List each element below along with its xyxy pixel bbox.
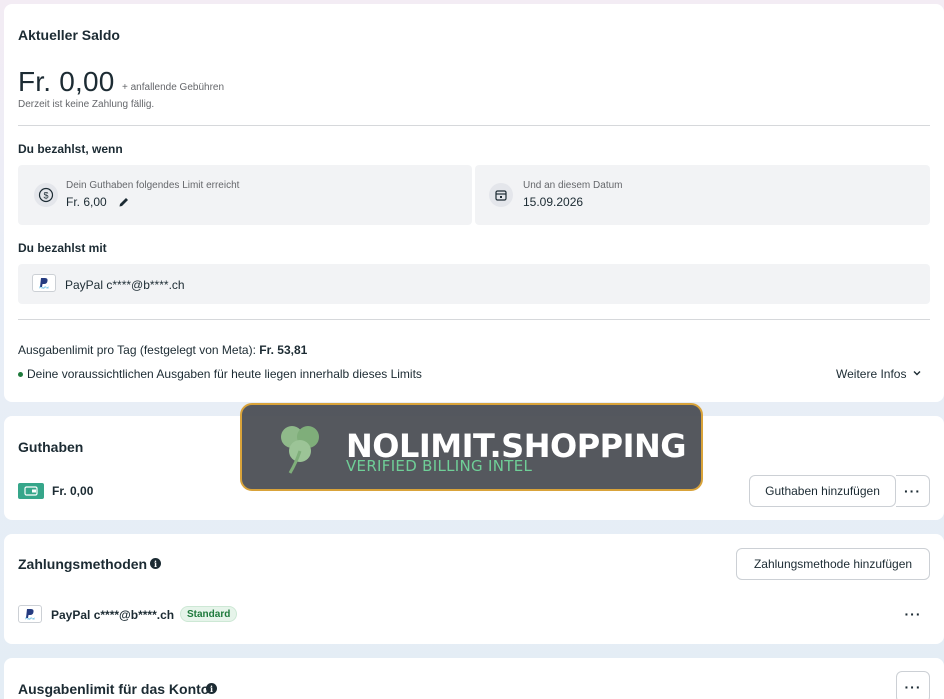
- credit-more-button[interactable]: ···: [896, 475, 930, 507]
- watermark-subtitle: VERIFIED BILLING INTEL: [346, 457, 533, 475]
- forecast-note: Deine voraussichtlichen Ausgaben für heu…: [27, 367, 422, 381]
- limit-value: Fr. 6,00: [66, 195, 107, 209]
- paypal-icon: PayPal: [32, 274, 56, 292]
- svg-text:PayPal: PayPal: [39, 286, 49, 290]
- dollar-circle-icon: $: [34, 183, 58, 207]
- divider: [18, 319, 930, 320]
- limit-threshold-box: $ Dein Guthaben folgendes Limit erreicht…: [18, 165, 472, 225]
- payment-methods-card: Zahlungsmethoden i Zahlungsmethode hinzu…: [4, 534, 944, 644]
- payment-status: Derzeit ist keine Zahlung fällig.: [18, 99, 155, 110]
- payment-method-text: PayPal c****@b****.ch: [65, 278, 185, 292]
- payment-method-more-button[interactable]: ···: [896, 598, 930, 630]
- more-info-label: Weitere Infos: [836, 367, 907, 381]
- daily-limit-value: Fr. 53,81: [259, 343, 308, 357]
- status-dot: [18, 371, 23, 377]
- clover-icon: [270, 417, 330, 482]
- default-badge: Standard: [180, 606, 238, 622]
- date-label: Und an diesem Datum: [523, 180, 623, 191]
- balance-title: Aktueller Saldo: [18, 27, 120, 43]
- payment-method-text: PayPal c****@b****.ch: [51, 608, 175, 622]
- credit-title: Guthaben: [18, 439, 84, 455]
- info-icon[interactable]: i: [150, 558, 161, 569]
- account-spending-limit-card: Ausgabenlimit für das Konto i ···: [4, 658, 944, 699]
- balance-amount: Fr. 0,00: [18, 66, 115, 97]
- date-value: 15.09.2026: [523, 195, 584, 209]
- daily-limit-row: Ausgabenlimit pro Tag (festgelegt von Me…: [18, 343, 307, 357]
- add-payment-method-button[interactable]: Zahlungsmethode hinzufügen: [736, 548, 930, 580]
- add-credit-button[interactable]: Guthaben hinzufügen: [749, 475, 896, 507]
- fee-note: + anfallende Gebühren: [122, 82, 225, 93]
- payment-method-box: PayPal PayPal c****@b****.ch: [18, 264, 930, 304]
- date-threshold-box: Und an diesem Datum 15.09.2026: [475, 165, 930, 225]
- more-info-link[interactable]: Weitere Infos: [836, 367, 922, 381]
- paypal-icon: PayPal: [18, 605, 42, 623]
- chevron-down-icon: [912, 367, 922, 381]
- credit-amount: Fr. 0,00: [52, 484, 94, 498]
- account-limit-more-button[interactable]: ···: [896, 671, 930, 699]
- divider: [18, 125, 930, 126]
- forecast-row: Deine voraussichtlichen Ausgaben für heu…: [18, 367, 422, 381]
- wallet-icon: [18, 483, 44, 499]
- limit-label: Dein Guthaben folgendes Limit erreicht: [66, 180, 240, 191]
- current-balance-card: Aktueller Saldo Fr. 0,00 + anfallende Ge…: [4, 4, 944, 402]
- payment-methods-title: Zahlungsmethoden: [18, 556, 148, 572]
- account-limit-title: Ausgabenlimit für das Konto: [18, 681, 210, 697]
- svg-text:$: $: [43, 191, 48, 201]
- pencil-icon[interactable]: [118, 195, 130, 213]
- pay-with-title: Du bezahlst mit: [18, 241, 107, 255]
- pay-when-title: Du bezahlst, wenn: [18, 142, 123, 156]
- calendar-icon: [489, 183, 513, 207]
- svg-text:PayPal: PayPal: [25, 617, 35, 621]
- info-icon[interactable]: i: [206, 683, 217, 694]
- watermark-banner: NOLIMIT.SHOPPING VERIFIED BILLING INTEL: [240, 403, 703, 491]
- daily-limit-label: Ausgabenlimit pro Tag (festgelegt von Me…: [18, 343, 256, 357]
